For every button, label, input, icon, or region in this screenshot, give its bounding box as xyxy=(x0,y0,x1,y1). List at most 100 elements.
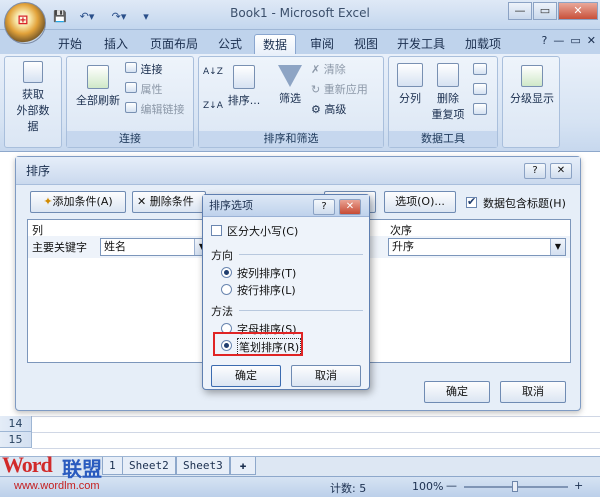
group-label: 数据工具 xyxy=(389,131,497,147)
separator xyxy=(239,254,363,255)
sort-dialog-title: 排序 xyxy=(16,157,580,185)
tab-view[interactable]: 视图 xyxy=(346,34,386,54)
tab-page-layout[interactable]: 页面布局 xyxy=(142,34,206,54)
delete-level-label: 删除条件 xyxy=(149,195,194,208)
row-header-14[interactable]: 14 xyxy=(0,416,32,432)
redo-icon[interactable]: ↷▾ xyxy=(106,8,132,24)
by-column-radio[interactable] xyxy=(221,267,232,278)
delete-icon: ✕ xyxy=(137,195,147,208)
advanced-button[interactable]: ⚙ 高级 xyxy=(311,101,346,117)
header-checkbox[interactable]: ✔ xyxy=(466,195,477,208)
ribbon-minimize-icon[interactable]: — xyxy=(553,34,564,47)
case-sensitive-checkbox[interactable] xyxy=(211,225,222,236)
zoom-slider-thumb[interactable] xyxy=(512,481,518,492)
group-label: 连接 xyxy=(67,131,193,147)
consolidate-button[interactable] xyxy=(471,83,489,98)
watermark-url: www.wordlm.com xyxy=(14,480,100,492)
minimize-button[interactable]: — xyxy=(508,2,532,20)
what-if-button[interactable] xyxy=(471,103,489,118)
zoom-level[interactable]: 100% xyxy=(412,480,443,493)
options-close-button[interactable]: ✕ xyxy=(339,199,361,215)
sort-close-button[interactable]: ✕ xyxy=(550,163,572,179)
ribbon-restore-icon[interactable]: ▭ xyxy=(570,34,580,47)
edit-links-icon xyxy=(125,102,137,113)
data-validation-button[interactable] xyxy=(471,63,489,78)
edit-links-button[interactable]: 编辑链接 xyxy=(125,101,185,117)
refresh-all-button[interactable]: 全部刷新 xyxy=(71,65,125,108)
properties-label: 属性 xyxy=(140,83,163,96)
close-button[interactable]: ✕ xyxy=(558,2,598,20)
zoom-out-icon[interactable]: — xyxy=(446,479,457,492)
edit-links-label: 编辑链接 xyxy=(140,103,185,116)
filter-label: 筛选 xyxy=(279,92,301,105)
sheet-tab-sheet3[interactable]: Sheet3 xyxy=(176,457,230,475)
tab-insert[interactable]: 插入 xyxy=(96,34,136,54)
row-header-15[interactable]: 15 xyxy=(0,432,32,448)
delete-level-button[interactable]: ✕ 删除条件 xyxy=(132,191,206,213)
tab-data[interactable]: 数据 xyxy=(254,34,296,54)
remove-dup-line1: 删除 xyxy=(437,92,459,105)
clear-button[interactable]: ✗ 清除 xyxy=(311,61,346,77)
office-logo-icon: ⊞ xyxy=(17,13,29,28)
sort-order-select[interactable]: 升序 ▼ xyxy=(388,238,566,256)
remove-duplicates-button[interactable]: 删除 重复项 xyxy=(431,63,465,122)
case-sensitive-label: 区分大小写(C) xyxy=(227,225,299,238)
filter-button[interactable]: 筛选 xyxy=(273,65,307,106)
ribbon-close-icon[interactable]: ✕ xyxy=(587,34,596,47)
chevron-down-icon: ▼ xyxy=(550,239,565,255)
by-row-label: 按行排序(L) xyxy=(237,284,296,297)
group-connections: 全部刷新 连接 属性 编辑链接 连接 xyxy=(66,56,194,148)
sort-az-button[interactable]: A↓Z xyxy=(203,67,223,77)
get-external-data-button[interactable]: 获取 外部数据 xyxy=(13,61,53,134)
watermark-logo: Word xyxy=(2,452,53,477)
properties-button[interactable]: 属性 xyxy=(125,81,163,97)
method-label: 方法 xyxy=(211,305,233,318)
sheet-tab-1[interactable]: 1 xyxy=(102,457,123,475)
add-level-button[interactable]: ✦添加条件(A) xyxy=(30,191,126,213)
sort-options-dialog: 排序选项 ? ✕ 区分大小写(C) 方向 按列排序(T) 按行排序(L) 方法 … xyxy=(202,194,370,390)
sort-button[interactable]: 排序... xyxy=(225,65,263,108)
options-cancel-button[interactable]: 取消 xyxy=(291,365,361,387)
tab-developer[interactable]: 开发工具 xyxy=(392,34,450,54)
zoom-in-icon[interactable]: + xyxy=(574,479,583,492)
remove-duplicates-icon xyxy=(437,63,459,87)
options-help-button[interactable]: ? xyxy=(313,199,335,215)
refresh-icon xyxy=(87,65,109,89)
undo-icon[interactable]: ↶▾ xyxy=(74,8,100,24)
sort-key-select[interactable]: 姓名 ▼ xyxy=(100,238,210,256)
group-data-tools: 分列 删除 重复项 数据工具 xyxy=(388,56,498,148)
what-if-icon xyxy=(473,103,487,115)
ribbon: 获取 外部数据 全部刷新 连接 属性 编辑链接 连接 A↓Z Z↓A 排序...… xyxy=(0,54,600,152)
help-icon[interactable]: ? xyxy=(542,34,548,47)
outline-button[interactable]: 分级显示 xyxy=(507,65,557,106)
save-icon[interactable]: 💾 xyxy=(52,8,68,24)
tab-home[interactable]: 开始 xyxy=(50,34,90,54)
header-checkbox-label: 数据包含标题(H) xyxy=(483,197,566,210)
tab-addins[interactable]: 加载项 xyxy=(458,34,508,54)
filter-icon xyxy=(278,65,302,87)
options-button[interactable]: 选项(O)... xyxy=(384,191,456,213)
sort-help-button[interactable]: ? xyxy=(524,163,546,179)
text-to-columns-button[interactable]: 分列 xyxy=(395,63,425,106)
sort-ok-button[interactable]: 确定 xyxy=(424,381,490,403)
ribbon-tabs: 开始 插入 页面布局 公式 数据 审阅 视图 开发工具 加载项 xyxy=(0,30,600,54)
add-level-label: 添加条件(A) xyxy=(52,195,113,208)
insert-sheet-icon[interactable]: ✚ xyxy=(230,457,256,475)
tab-review[interactable]: 审阅 xyxy=(302,34,342,54)
group-label: 排序和筛选 xyxy=(199,131,383,147)
connections-label: 连接 xyxy=(140,63,163,76)
sort-cancel-button[interactable]: 取消 xyxy=(500,381,566,403)
sheet-tab-sheet2[interactable]: Sheet2 xyxy=(122,457,176,475)
options-ok-button[interactable]: 确定 xyxy=(211,365,281,387)
direction-label: 方向 xyxy=(211,249,233,262)
outline-icon xyxy=(521,65,543,87)
by-row-radio[interactable] xyxy=(221,284,232,295)
connections-button[interactable]: 连接 xyxy=(125,61,163,77)
reapply-button[interactable]: ↻ 重新应用 xyxy=(311,81,368,97)
sort-za-button[interactable]: Z↓A xyxy=(203,101,223,111)
watermark-league: 联盟 xyxy=(62,457,102,481)
sort-label: 排序... xyxy=(227,94,261,107)
restore-button[interactable]: ▭ xyxy=(533,2,557,20)
tab-formulas[interactable]: 公式 xyxy=(210,34,250,54)
clear-icon: ✗ xyxy=(311,63,321,76)
